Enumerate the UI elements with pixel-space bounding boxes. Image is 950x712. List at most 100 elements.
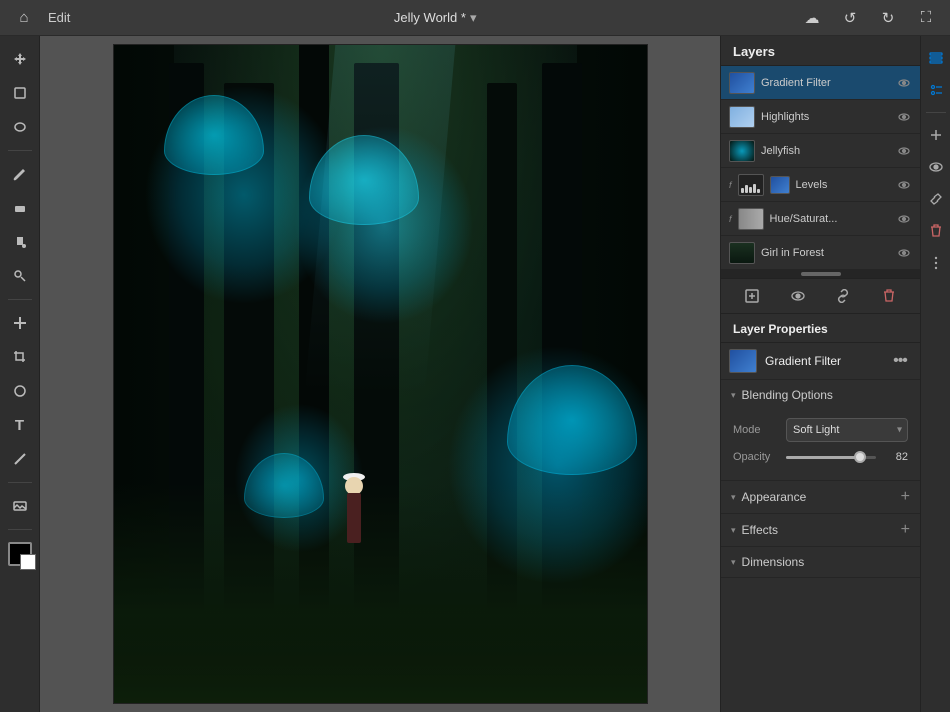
layer-eye-hue[interactable] xyxy=(896,211,912,227)
appearance-label: Appearance xyxy=(742,490,901,504)
opacity-label: Opacity xyxy=(733,451,778,463)
panel-icon-divider xyxy=(926,112,946,113)
levels-layer-thumb xyxy=(770,176,790,194)
layer-eye-jellyfish[interactable] xyxy=(896,143,912,159)
add-layer-button[interactable] xyxy=(739,283,765,309)
hue-fx-label: f xyxy=(729,214,732,224)
text-tool[interactable]: T xyxy=(5,410,35,440)
canvas-area xyxy=(40,36,720,712)
cloud-button[interactable]: ☁ xyxy=(800,6,824,30)
effects-add-button[interactable]: + xyxy=(901,522,910,538)
link-panel-button[interactable] xyxy=(922,185,950,213)
blending-options-header[interactable]: ▾ Blending Options xyxy=(721,380,920,410)
left-toolbar: T xyxy=(0,36,40,712)
layer-eye-highlights[interactable] xyxy=(896,109,912,125)
layer-item-hue-saturation[interactable]: f Hue/Saturat... xyxy=(721,202,920,236)
layers-title: Layers xyxy=(733,44,775,59)
layer-item-levels[interactable]: f Levels xyxy=(721,168,920,202)
active-layer-preview xyxy=(729,349,757,373)
opacity-slider[interactable] xyxy=(786,450,876,464)
layer-name-gradient-filter: Gradient Filter xyxy=(761,77,890,89)
blending-options-section: ▾ Blending Options Mode Soft Light Opaci… xyxy=(721,380,920,481)
delete-layer-button[interactable] xyxy=(876,283,902,309)
opacity-value: 82 xyxy=(884,451,908,463)
blend-mode-select[interactable]: Soft Light xyxy=(786,418,908,442)
shape-tool[interactable] xyxy=(5,376,35,406)
appearance-header[interactable]: ▾ Appearance + xyxy=(721,481,920,513)
layer-name-hue: Hue/Saturat... xyxy=(770,213,890,225)
redo-button[interactable]: ↻ xyxy=(876,6,900,30)
layer-panel-actions xyxy=(721,278,920,313)
top-bar-right: ☁ ↺ ↻ ⛶ xyxy=(800,6,938,30)
layer-item-highlights[interactable]: Highlights xyxy=(721,100,920,134)
active-layer-name: Gradient Filter xyxy=(765,354,880,368)
layer-scroll-thumb[interactable] xyxy=(801,272,841,276)
appearance-chevron-icon: ▾ xyxy=(731,492,736,503)
crop-tool[interactable] xyxy=(5,342,35,372)
toggle-visibility-button[interactable] xyxy=(785,283,811,309)
opacity-row: Opacity 82 xyxy=(733,450,908,464)
link-layers-button[interactable] xyxy=(830,283,856,309)
layer-list: Gradient Filter Highlights Jellyfish xyxy=(721,66,920,270)
hide-panel-button[interactable] xyxy=(922,153,950,181)
effects-chevron-icon: ▾ xyxy=(731,525,736,536)
project-title: Jelly World * xyxy=(394,10,466,25)
selection-tool[interactable] xyxy=(5,78,35,108)
layer-eye-levels[interactable] xyxy=(896,177,912,193)
layers-panel-header: Layers xyxy=(721,36,920,66)
blending-options-label: Blending Options xyxy=(742,388,910,402)
dimensions-section: ▾ Dimensions xyxy=(721,547,920,578)
layer-scroll-bar[interactable] xyxy=(721,270,920,278)
undo-button[interactable]: ↺ xyxy=(838,6,862,30)
layer-eye-gradient-filter[interactable] xyxy=(896,75,912,91)
dimensions-label: Dimensions xyxy=(742,555,910,569)
eraser-tool[interactable] xyxy=(5,193,35,223)
layer-item-gradient-filter[interactable]: Gradient Filter xyxy=(721,66,920,100)
opacity-thumb[interactable] xyxy=(854,451,866,463)
opacity-fill xyxy=(786,456,860,459)
clone-stamp-tool[interactable] xyxy=(5,261,35,291)
image-tool[interactable] xyxy=(5,491,35,521)
layer-thumb-highlights xyxy=(729,106,755,128)
main-layout: T xyxy=(0,36,950,712)
delete-panel-button[interactable] xyxy=(922,217,950,245)
lasso-tool[interactable] xyxy=(5,112,35,142)
paint-bucket-tool[interactable] xyxy=(5,227,35,257)
layer-thumb-jellyfish xyxy=(729,140,755,162)
home-button[interactable]: ⌂ xyxy=(12,6,36,30)
healing-tool[interactable] xyxy=(5,308,35,338)
layer-thumb-forest xyxy=(729,242,755,264)
layer-properties-title: Layer Properties xyxy=(721,314,920,343)
appearance-add-button[interactable]: + xyxy=(901,489,910,505)
active-layer-row: Gradient Filter ••• xyxy=(721,343,920,380)
tool-divider-1 xyxy=(8,150,32,151)
figure-body xyxy=(347,493,361,543)
properties-panel-toggle[interactable] xyxy=(922,76,950,104)
mode-label: Mode xyxy=(733,424,778,436)
brush-tool[interactable] xyxy=(5,159,35,189)
layer-eye-forest[interactable] xyxy=(896,245,912,261)
blending-chevron-icon: ▾ xyxy=(731,390,736,401)
layer-item-girl-in-forest[interactable]: Girl in Forest xyxy=(721,236,920,270)
fullscreen-button[interactable]: ⛶ xyxy=(914,6,938,30)
top-bar-left: ⌂ Edit xyxy=(12,6,70,30)
tool-divider-2 xyxy=(8,299,32,300)
edit-menu[interactable]: Edit xyxy=(48,10,70,25)
layers-panel-toggle[interactable] xyxy=(922,44,950,72)
line-tool[interactable] xyxy=(5,444,35,474)
effects-header[interactable]: ▾ Effects + xyxy=(721,514,920,546)
foreground-color[interactable] xyxy=(8,542,32,566)
title-dropdown-icon[interactable]: ▾ xyxy=(470,10,477,26)
layer-thumb-gradient-filter xyxy=(729,72,755,94)
add-panel-button[interactable] xyxy=(922,121,950,149)
layer-properties-panel: Layer Properties Gradient Filter ••• ▾ B… xyxy=(721,313,920,712)
figure xyxy=(334,463,374,543)
move-tool[interactable] xyxy=(5,44,35,74)
dimensions-header[interactable]: ▾ Dimensions xyxy=(721,547,920,577)
layer-item-jellyfish[interactable]: Jellyfish xyxy=(721,134,920,168)
blending-options-content: Mode Soft Light Opacity xyxy=(721,410,920,480)
more-options-button[interactable]: ••• xyxy=(888,349,912,373)
layer-name-jellyfish: Jellyfish xyxy=(761,145,890,157)
canvas-image xyxy=(113,44,648,704)
more-panel-button[interactable] xyxy=(922,249,950,277)
